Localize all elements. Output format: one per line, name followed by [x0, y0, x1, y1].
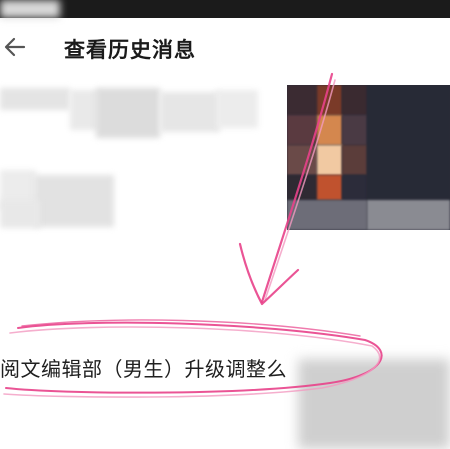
back-button[interactable]	[2, 32, 30, 62]
arrow-left-icon	[4, 37, 26, 57]
status-bar-blur	[0, 0, 60, 18]
message-text: 阅文编辑部（男生）升级调整么	[0, 357, 287, 381]
thumbnail-image[interactable]	[287, 85, 450, 230]
message-redaction	[298, 359, 450, 449]
app-header: 查看历史消息	[0, 18, 450, 78]
page-title: 查看历史消息	[64, 38, 196, 62]
history-message-item[interactable]: 阅文编辑部（男生）升级调整么	[0, 333, 450, 449]
status-bar	[0, 0, 450, 18]
